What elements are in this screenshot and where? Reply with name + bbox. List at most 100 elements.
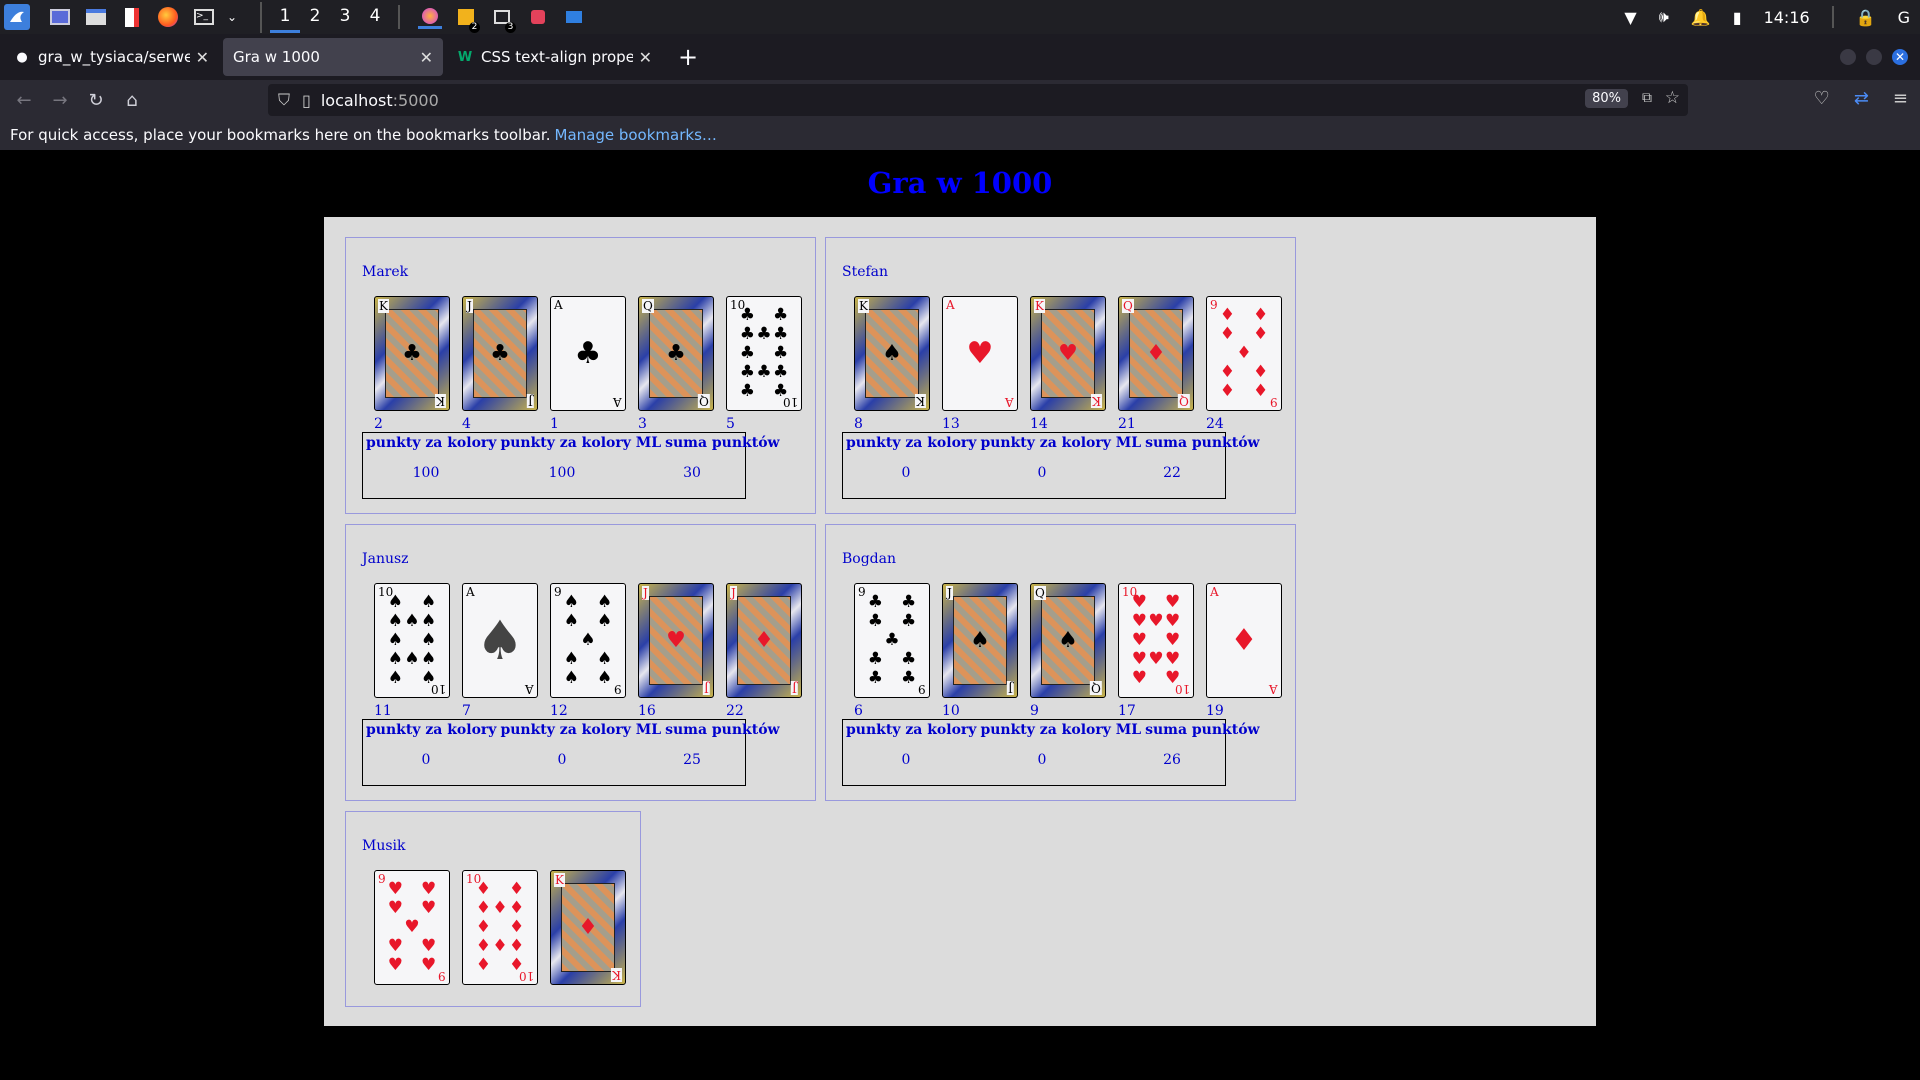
card-suit-icon: ♦ bbox=[578, 915, 598, 940]
pocket-icon[interactable]: ♡ bbox=[1814, 88, 1830, 109]
app-launcher-icon[interactable] bbox=[4, 4, 30, 30]
minimize-button[interactable] bbox=[1840, 49, 1856, 65]
workspace-1[interactable]: 1 bbox=[270, 2, 300, 33]
card-suit-icon: ♣ bbox=[773, 324, 789, 344]
wifi-icon[interactable]: ▼ bbox=[1624, 8, 1636, 27]
playing-card[interactable]: J J ♣ bbox=[462, 296, 538, 411]
playing-card[interactable]: 10 10 ♦ ♦ ♦ ♦ ♦ ♦ ♦ ♦ ♦ ♦ ♦ ♦ bbox=[462, 870, 538, 985]
playing-card[interactable]: 9 9 ♠ ♠ ♠ ♠ ♠ ♠ ♠ ♠ ♠ bbox=[550, 583, 626, 698]
reload-button[interactable]: ↻ bbox=[78, 90, 114, 111]
presentation-app-icon[interactable] bbox=[526, 5, 550, 29]
card-suit-icon: ♠ bbox=[421, 611, 437, 631]
translate-icon[interactable]: ⧉ bbox=[1642, 90, 1652, 106]
battery-icon[interactable]: ▮ bbox=[1733, 8, 1742, 27]
card-suit-icon: ♦ bbox=[1253, 362, 1269, 382]
card-suit-icon bbox=[867, 632, 884, 649]
github-icon: ● bbox=[16, 49, 28, 65]
card-pips: ♣ ♣ ♣ ♣ ♣ ♣ ♣ ♣ ♣ ♣ ♣ ♣ bbox=[739, 307, 789, 400]
playing-card[interactable]: 10 10 ♥ ♥ ♥ ♥ ♥ ♥ ♥ ♥ ♥ ♥ ♥ ♥ bbox=[1118, 583, 1194, 698]
card-suit-icon: ♠ bbox=[580, 630, 596, 650]
card-suit-icon: ♠ bbox=[387, 611, 403, 631]
home-button[interactable]: ⌂ bbox=[114, 90, 150, 111]
tab-css-text-align[interactable]: W CSS text-align property ✕ bbox=[447, 38, 662, 76]
clock[interactable]: 14:16 bbox=[1764, 8, 1810, 27]
playing-card[interactable]: 9 9 ♣ ♣ ♣ ♣ ♣ ♣ ♣ ♣ ♣ bbox=[854, 583, 930, 698]
playing-card[interactable]: 9 9 ♦ ♦ ♦ ♦ ♦ ♦ ♦ ♦ ♦ bbox=[1206, 296, 1282, 411]
playing-card[interactable]: J J ♠ bbox=[942, 583, 1018, 698]
workspace-3[interactable]: 3 bbox=[330, 2, 360, 33]
terminal-icon[interactable]: >_ bbox=[192, 5, 216, 29]
playing-card[interactable]: A A ♦ bbox=[1206, 583, 1282, 698]
page-title: Gra w 1000 bbox=[867, 166, 1053, 200]
maximize-button[interactable] bbox=[1866, 49, 1882, 65]
new-tab-button[interactable]: + bbox=[678, 43, 698, 71]
card-suit-icon bbox=[1148, 594, 1165, 611]
card-suit-icon: ♦ bbox=[1219, 324, 1235, 344]
folder-icon[interactable] bbox=[562, 5, 586, 29]
close-icon[interactable]: ✕ bbox=[196, 48, 209, 67]
tab-serwer-py[interactable]: ● gra_w_tysiaca/serwer.py ✕ bbox=[4, 38, 219, 76]
workspace-2[interactable]: 2 bbox=[300, 2, 330, 33]
playing-card[interactable]: Q Q ♦ bbox=[1118, 296, 1194, 411]
playing-card[interactable]: K K ♠ bbox=[854, 296, 930, 411]
zoom-level-button[interactable]: 80% bbox=[1585, 89, 1628, 108]
card-suit-icon: ♣ bbox=[739, 381, 755, 401]
chevron-down-icon[interactable]: ⌄ bbox=[220, 5, 244, 29]
score-value: 100 bbox=[412, 465, 440, 481]
card-suit-icon: ♠ bbox=[563, 668, 579, 688]
playing-card[interactable]: K K ♦ bbox=[550, 870, 626, 985]
tab-gra-w-1000[interactable]: Gra w 1000 ✕ bbox=[223, 38, 443, 76]
firefox-running-icon[interactable] bbox=[418, 5, 442, 29]
playing-card[interactable]: A A ♣ bbox=[550, 296, 626, 411]
back-button[interactable]: ← bbox=[6, 90, 42, 111]
playing-card[interactable]: K K ♥ bbox=[1030, 296, 1106, 411]
menu-icon[interactable]: ≡ bbox=[1893, 88, 1908, 109]
player-name: Marek bbox=[362, 264, 409, 280]
file-manager-icon[interactable] bbox=[84, 5, 108, 29]
firefox-icon[interactable] bbox=[156, 5, 180, 29]
card-suit-icon bbox=[387, 919, 404, 936]
text-editor-icon[interactable] bbox=[120, 5, 144, 29]
card-suit-icon bbox=[404, 881, 421, 898]
lock-icon[interactable]: 🔒 bbox=[1856, 8, 1876, 27]
bookmark-star-icon[interactable]: ☆ bbox=[1665, 88, 1680, 108]
playing-card[interactable]: K K ♣ bbox=[374, 296, 450, 411]
card-suit-icon: ♥ bbox=[966, 336, 994, 371]
workspace-4[interactable]: 4 bbox=[360, 2, 390, 33]
url-bar[interactable]: ⛉ ▯ localhost:5000 80% ⧉ ☆ bbox=[268, 84, 1688, 116]
playing-card[interactable]: Q Q ♠ bbox=[1030, 583, 1106, 698]
desktop-icon[interactable] bbox=[48, 5, 72, 29]
browser-tab-strip: ● gra_w_tysiaca/serwer.py ✕ Gra w 1000 ✕… bbox=[0, 34, 1920, 80]
playing-card[interactable]: A A ♠ bbox=[462, 583, 538, 698]
page-info-icon[interactable]: ▯ bbox=[302, 91, 311, 110]
card-rank: 9 bbox=[1270, 395, 1278, 409]
terminal-running-icon[interactable]: 3 bbox=[490, 5, 516, 33]
divider bbox=[1831, 6, 1834, 28]
card-suit-icon: ♥ bbox=[1148, 649, 1164, 669]
card-suit-icon bbox=[404, 938, 421, 955]
forward-button[interactable]: → bbox=[42, 90, 78, 111]
card-index: 7 bbox=[462, 703, 471, 719]
playing-card[interactable]: 9 9 ♥ ♥ ♥ ♥ ♥ ♥ ♥ ♥ ♥ bbox=[374, 870, 450, 985]
playing-card[interactable]: A A ♥ bbox=[942, 296, 1018, 411]
notification-bell-icon[interactable]: 🔔 bbox=[1691, 8, 1711, 27]
translate-extension-icon[interactable]: ⇄ bbox=[1854, 88, 1869, 109]
shield-icon[interactable]: ⛉ bbox=[278, 90, 290, 110]
card-suit-icon: ♣ bbox=[773, 362, 789, 382]
player-name: Stefan bbox=[842, 264, 889, 280]
playing-card[interactable]: J J ♦ bbox=[726, 583, 802, 698]
card-suit-icon: ♣ bbox=[739, 343, 755, 363]
card-suit-icon: ♦ bbox=[754, 628, 774, 653]
notes-app-icon[interactable]: 2 bbox=[454, 5, 480, 33]
close-icon[interactable]: ✕ bbox=[639, 48, 652, 67]
playing-card[interactable]: 10 10 ♣ ♣ ♣ ♣ ♣ ♣ ♣ ♣ ♣ ♣ ♣ ♣ bbox=[726, 296, 802, 411]
score-value: 22 bbox=[1163, 465, 1181, 481]
close-icon[interactable]: ✕ bbox=[420, 48, 433, 67]
logout-icon[interactable]: G bbox=[1898, 8, 1910, 27]
volume-icon[interactable]: 🕪 bbox=[1659, 7, 1669, 27]
close-window-button[interactable]: ✕ bbox=[1892, 49, 1908, 65]
playing-card[interactable]: 10 10 ♠ ♠ ♠ ♠ ♠ ♠ ♠ ♠ ♠ ♠ ♠ ♠ bbox=[374, 583, 450, 698]
manage-bookmarks-link[interactable]: Manage bookmarks… bbox=[555, 126, 717, 144]
playing-card[interactable]: Q Q ♣ bbox=[638, 296, 714, 411]
playing-card[interactable]: J J ♥ bbox=[638, 583, 714, 698]
